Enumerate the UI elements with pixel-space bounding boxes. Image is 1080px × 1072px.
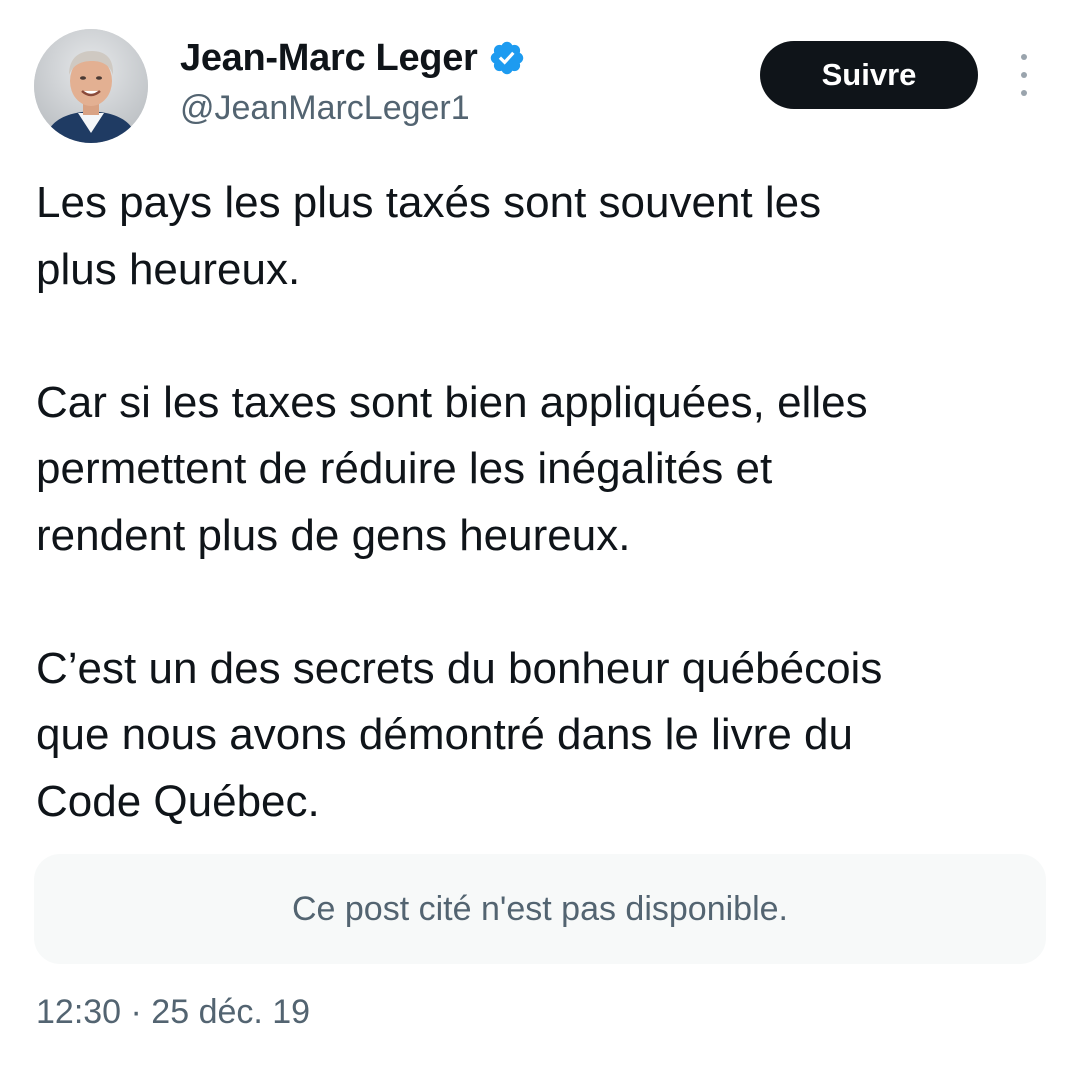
display-name[interactable]: Jean-Marc Leger [180,36,478,80]
user-handle[interactable]: @JeanMarcLeger1 [180,86,470,130]
more-dot [1021,72,1027,78]
avatar[interactable] [34,29,148,143]
more-dot [1021,90,1027,96]
post-timestamp[interactable]: 12:30 · 25 déc. 19 [36,990,310,1034]
post-paragraph: C’est un des secrets du bonheur québécoi… [36,643,883,826]
quoted-post-unavailable: Ce post cité n'est pas disponible. [34,854,1046,964]
verified-badge-icon[interactable] [488,39,526,77]
follow-button[interactable]: Suivre [760,41,978,109]
avatar-photo [34,29,148,143]
more-dot [1021,54,1027,60]
post-text: Les pays les plus taxés sont souvent les… [36,170,1066,835]
more-vertical-icon[interactable] [1010,54,1038,96]
author-name-row: Jean-Marc Leger [180,36,526,80]
post-paragraph: Car si les taxes sont bien appliquées, e… [36,377,868,560]
quoted-post-notice: Ce post cité n'est pas disponible. [291,889,788,928]
post-paragraph: Les pays les plus taxés sont souvent les… [36,178,822,294]
tweet-card: Jean-Marc Leger @JeanMarcLeger1 Suivre L… [0,0,1080,1072]
